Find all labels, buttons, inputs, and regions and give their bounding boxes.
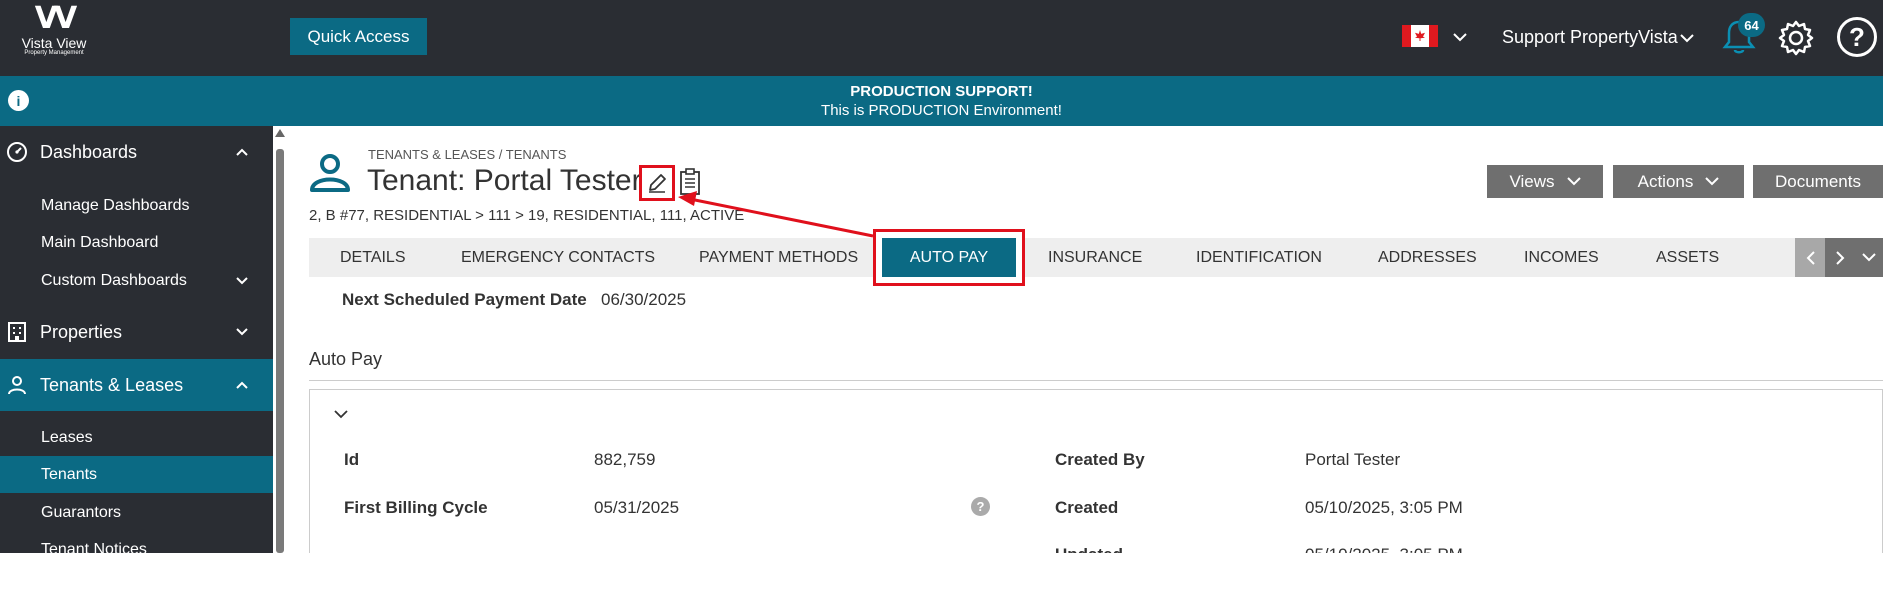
sidebar-label: Dashboards	[40, 141, 138, 162]
user-menu[interactable]: Support PropertyVista	[1502, 27, 1678, 48]
chevron-down-icon	[236, 276, 248, 284]
dashboard-gauge-icon	[7, 142, 27, 162]
tenant-person-icon	[310, 154, 350, 192]
tab-more-button[interactable]	[1855, 238, 1883, 277]
updated-label: Updated	[1055, 545, 1123, 553]
chevron-down-icon	[1566, 177, 1581, 186]
person-icon	[8, 376, 26, 395]
updated-value: 05/10/2025, 3:05 PM	[1305, 545, 1463, 553]
help-question-icon[interactable]: ?	[971, 497, 990, 516]
chevron-down-icon	[1705, 177, 1720, 186]
collapse-chevron-icon[interactable]	[334, 410, 348, 419]
id-label: Id	[344, 450, 360, 469]
banner-title: PRODUCTION SUPPORT!	[850, 83, 1033, 100]
created-by-value: Portal Tester	[1305, 450, 1401, 469]
sidebar-item-guarantors[interactable]: Guarantors	[0, 494, 273, 531]
tab-assets[interactable]: ASSETS	[1656, 238, 1719, 277]
tab-identification[interactable]: IDENTIFICATION	[1196, 238, 1322, 277]
logo[interactable]: VV Vista View Property Management	[14, 1, 94, 66]
top-bar: VV Vista View Property Management Quick …	[0, 0, 1883, 76]
page-title: Tenant: Portal Tester	[367, 164, 642, 197]
first-billing-cycle-label: First Billing Cycle	[344, 498, 488, 517]
gear-icon[interactable]	[1777, 19, 1815, 57]
sidebar-section-properties[interactable]: Properties	[0, 306, 273, 358]
tab-insurance[interactable]: INSURANCE	[1048, 238, 1142, 277]
first-billing-cycle-value: 05/31/2025	[594, 498, 680, 517]
canada-flag-icon[interactable]	[1402, 25, 1438, 47]
edit-pencil-button[interactable]	[639, 165, 675, 201]
tab-payment-methods[interactable]: PAYMENT METHODS	[699, 238, 858, 277]
chevron-down-icon[interactable]	[1680, 33, 1694, 43]
production-banner: i PRODUCTION SUPPORT! This is PRODUCTION…	[0, 76, 1883, 126]
sidebar-label: Properties	[40, 321, 123, 342]
logo-subtitle: Property Management	[24, 50, 84, 56]
quick-access-button[interactable]: Quick Access	[290, 18, 427, 55]
tab-emergency-contacts[interactable]: EMERGENCY CONTACTS	[461, 238, 655, 277]
scrollbar-thumb[interactable]	[276, 149, 284, 553]
tab-scroll-left-button[interactable]	[1795, 238, 1825, 277]
auto-pay-section-title: Auto Pay	[309, 349, 383, 369]
help-icon[interactable]: ?	[1837, 17, 1877, 57]
pencil-icon	[649, 174, 666, 193]
notification-badge: 64	[1738, 13, 1765, 37]
actions-label: Actions	[1637, 171, 1694, 191]
banner-message: This is PRODUCTION Environment!	[821, 102, 1062, 119]
chevron-up-icon	[236, 381, 248, 389]
sidebar-item-custom-dashboards[interactable]: Custom Dashboards	[0, 262, 273, 299]
tab-incomes[interactable]: INCOMES	[1524, 238, 1599, 277]
next-payment-value: 06/30/2025	[601, 290, 687, 309]
chevron-left-icon	[1806, 250, 1815, 265]
auto-pay-panel: Id 882,759 Created By Portal Tester Firs…	[309, 389, 1883, 553]
tab-auto-pay[interactable]: AUTO PAY	[882, 238, 1016, 277]
tab-scroll-right-button[interactable]	[1825, 238, 1855, 277]
divider	[309, 380, 1883, 381]
logo-name: Vista View	[21, 35, 87, 51]
chevron-down-icon[interactable]	[1453, 32, 1467, 42]
sidebar-item-tenant-notices[interactable]: Tenant Notices	[0, 531, 273, 554]
chevron-down-icon	[236, 328, 248, 336]
sidebar-label: Custom Dashboards	[41, 271, 187, 289]
building-icon	[8, 322, 26, 342]
views-button[interactable]: Views	[1487, 165, 1603, 198]
logo-mark: VV	[34, 1, 77, 36]
clipboard-icon[interactable]	[679, 168, 701, 196]
tab-auto-pay-highlight[interactable]: AUTO PAY	[873, 229, 1025, 286]
sidebar-section-tenants-leases[interactable]: Tenants & Leases	[0, 359, 273, 411]
sidebar-item-leases[interactable]: Leases	[0, 419, 273, 456]
chevron-down-icon	[1862, 253, 1876, 262]
actions-button[interactable]: Actions	[1613, 165, 1744, 198]
sidebar: Dashboards Manage Dashboards Main Dashbo…	[0, 126, 273, 553]
breadcrumb[interactable]: TENANTS & LEASES / TENANTS	[368, 147, 566, 162]
tab-details[interactable]: DETAILS	[340, 238, 406, 277]
id-value: 882,759	[594, 450, 656, 469]
next-payment-label: Next Scheduled Payment Date	[342, 290, 587, 309]
created-value: 05/10/2025, 3:05 PM	[1305, 498, 1463, 517]
tab-bar: DETAILS EMERGENCY CONTACTS PAYMENT METHO…	[309, 238, 1883, 277]
documents-button[interactable]: Documents	[1753, 165, 1883, 198]
tab-addresses[interactable]: ADDRESSES	[1378, 238, 1477, 277]
created-by-label: Created By	[1055, 450, 1145, 469]
sidebar-item-tenants[interactable]: Tenants	[0, 456, 273, 493]
created-label: Created	[1055, 498, 1119, 517]
chevron-up-icon	[236, 148, 248, 156]
sidebar-item-main-dashboard[interactable]: Main Dashboard	[0, 224, 273, 261]
sidebar-item-manage-dashboards[interactable]: Manage Dashboards	[0, 187, 273, 224]
scroll-up-arrow-icon[interactable]	[275, 129, 285, 137]
views-label: Views	[1509, 171, 1555, 191]
sidebar-label: Tenants & Leases	[40, 374, 184, 395]
tenant-lease-info: 2, B #77, RESIDENTIAL > 111 > 19, RESIDE…	[309, 207, 745, 224]
chevron-right-icon	[1835, 250, 1844, 265]
sidebar-section-dashboards[interactable]: Dashboards	[0, 126, 273, 178]
info-icon[interactable]: i	[8, 90, 29, 111]
scrollbar[interactable]	[273, 126, 287, 553]
